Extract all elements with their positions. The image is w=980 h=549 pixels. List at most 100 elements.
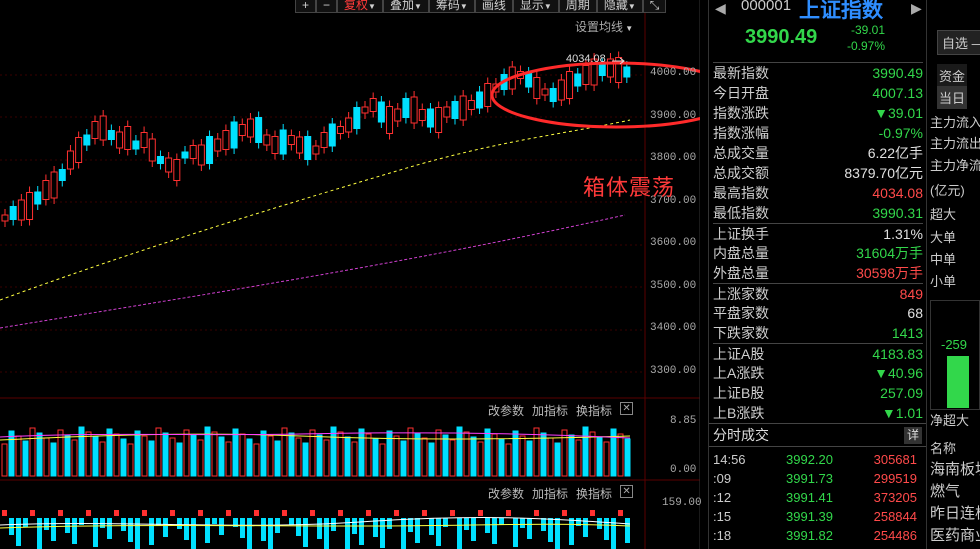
change-pct: -0.97% [847,39,886,53]
kline-chart-area[interactable]: + − 复权▼ 叠加▼ 筹码▼ 画线 显示▼ 周期 隐藏▼ ⤡ 设置均线 ▼ 4… [0,0,702,549]
candle-body [320,132,328,148]
size-large-label: 大单 [930,230,957,245]
tick-volume: 305681 [873,452,917,467]
quote-row-value: 849 [899,286,923,302]
macd-bar [303,518,308,547]
quote-row: 上B涨跌 ▼1.01 [713,403,923,423]
tick-row: :12 3991.41 373205 [709,488,926,507]
detail-button[interactable]: 详 [904,427,922,444]
macd-bar [212,518,217,524]
fund-flow-panel: 自选 — 资金 当日 主力流入 主力流出 主力净流 (亿元) 超大 大单 中单 … [926,0,980,549]
chevron-down-icon: ▼ [413,2,422,11]
ma-setting-link[interactable]: 设置均线 ▼ [575,18,633,35]
macd-bar [464,518,469,530]
draw-button[interactable]: 画线 [474,0,513,13]
chart-toolbar: + − 复权▼ 叠加▼ 筹码▼ 画线 显示▼ 周期 隐藏▼ ⤡ [295,0,667,13]
volume-bar [526,440,533,477]
macd-bar [366,510,371,516]
quote-row-label: 指数涨跌 [713,105,769,121]
volume-bar [22,440,29,477]
hide-button[interactable]: 隐藏▼ [596,0,643,13]
quote-row: 指数涨跌 ▼39.01 [713,103,923,123]
volume-bar [246,438,253,477]
quote-row-label: 最低指数 [713,205,769,221]
maximize-icon[interactable]: ⤡ [642,0,667,13]
display-button[interactable]: 显示▼ [512,0,559,13]
macd-bar [142,510,147,516]
list-item[interactable]: 昨日连板 [930,502,980,523]
macd-bar [9,518,14,535]
macd-bar [457,518,462,549]
volume-bar [253,443,260,477]
macd-bar [408,518,413,532]
chevron-down-icon: ▼ [623,24,634,33]
zoom-out-button[interactable]: − [316,0,338,13]
prev-stock-icon[interactable]: ◀ [715,0,726,17]
adjust-button[interactable]: 复权▼ [337,0,383,13]
macd-bar [219,518,224,535]
volume-bar [414,432,421,477]
quote-row: 最新指数 3990.49 [713,63,923,83]
volume-bar [617,433,624,477]
volume-bar [442,434,449,477]
macd-bar [289,518,294,525]
kline-chart-svg[interactable] [0,0,700,549]
edit-params-link[interactable]: 改参数 [488,402,524,419]
chips-button[interactable]: 筹码▼ [428,0,475,13]
ticks-title: 分时成交 [713,427,769,443]
zoom-in-button[interactable]: + [295,0,317,13]
volume-bar [239,433,246,477]
switch-indicator-link[interactable]: 换指标 [576,402,612,419]
macd-bar [534,510,539,516]
quote-row-value: 6.22亿手 [867,145,923,161]
fund-tab[interactable]: 资金 [937,64,968,87]
candle-body [66,150,74,170]
candle-body [165,157,173,173]
candle-body [189,145,197,159]
overlay-label: 叠加 [389,0,414,12]
switch-indicator-link[interactable]: 换指标 [576,485,612,502]
chevron-down-icon: ▼ [368,2,376,11]
macd-bar [338,510,343,516]
quote-row-value: -0.97% [878,125,923,141]
close-icon[interactable]: ✕ [620,402,634,415]
edit-params-link[interactable]: 改参数 [488,485,524,502]
list-item[interactable]: 海南板块 [930,458,980,479]
macd-bar [191,518,196,549]
next-stock-icon[interactable]: ▶ [911,0,922,17]
macd-indicator-bar: 改参数 加指标 换指标 ✕ [488,485,634,502]
add-indicator-link[interactable]: 加指标 [532,485,568,502]
quote-row-value: 1.31% [883,226,923,242]
macd-bar [310,510,315,516]
macd-bar [16,518,21,546]
candle-body [312,145,320,155]
tick-time: :12 [713,490,732,505]
quote-row-label: 最高指数 [713,185,769,201]
volume-bar [29,427,36,477]
close-icon[interactable]: ✕ [620,485,634,498]
candle-body [345,117,353,133]
y-axis-label: 4000.00 [650,67,697,79]
overlay-button[interactable]: 叠加▼ [382,0,429,13]
net-flow-bar [947,356,969,408]
macd-bar [86,510,91,516]
macd-bar [23,518,28,527]
candle-body [402,98,410,118]
list-item[interactable]: 医药商业 [930,524,980,545]
candle-body [197,144,205,166]
add-indicator-link[interactable]: 加指标 [532,402,568,419]
day-tab[interactable]: 当日 [937,86,968,109]
candle-body [181,151,189,159]
watchlist-button[interactable]: 自选 — [937,30,980,55]
period-button[interactable]: 周期 [558,0,597,13]
macd-bar [597,518,602,529]
list-item[interactable]: 燃气 [930,480,960,501]
candle-body [304,136,312,160]
macd-bar [121,518,126,531]
quote-row: 下跌家数 1413 [713,323,923,343]
macd-bar [324,518,329,549]
net-flow-value: -259 [941,337,968,352]
macd-bar [590,510,595,516]
volume-bar [512,430,519,477]
chips-label: 筹码 [435,0,460,12]
